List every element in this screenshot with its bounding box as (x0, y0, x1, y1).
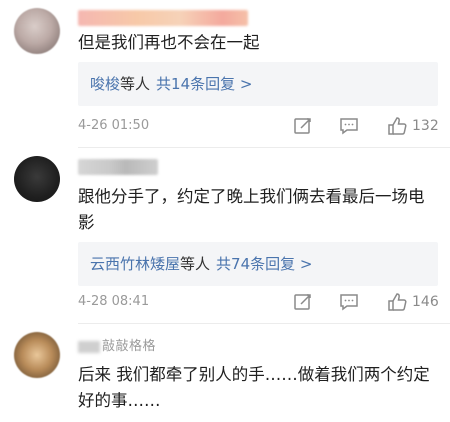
reply-count-link[interactable]: 共14条回复 > (156, 75, 252, 93)
like-count: 132 (412, 118, 439, 134)
username-blur (78, 340, 100, 353)
username-visible: 敲敲格格 (102, 339, 157, 354)
thumbs-up-icon[interactable] (386, 115, 408, 137)
comment-actions: 132 (290, 115, 440, 137)
reply-suffix: 等人 (120, 75, 151, 93)
like-count: 146 (412, 294, 439, 310)
username[interactable]: ▆▆▆▆▆▆ (78, 159, 158, 175)
avatar[interactable] (14, 8, 60, 54)
comment-icon[interactable] (338, 115, 360, 137)
comment-text: 后来 我们都牵了别人的手……做着我们两个约定好的事…… (78, 365, 430, 410)
comment-text: 但是我们再也不会在一起 (78, 33, 260, 52)
username[interactable]: ▆▆▆▆▆▆▆▆▆▆▆▆ (78, 10, 248, 26)
thumbs-up-icon[interactable] (386, 291, 408, 313)
comment-text: 跟他分手了，约定了晚上我们俩去看最后一场电影 (78, 187, 425, 232)
comment-icon[interactable] (338, 291, 360, 313)
reply-user-name[interactable]: 唆梭 (90, 75, 120, 93)
username[interactable]: 敲敲格格 (78, 339, 188, 355)
reply-preview[interactable]: 唆梭等人 共14条回复 > (78, 62, 438, 106)
edit-icon[interactable] (292, 115, 314, 137)
divider (78, 147, 450, 148)
reply-suffix: 等人 (180, 255, 211, 273)
avatar[interactable] (14, 332, 60, 378)
reply-user-name[interactable]: 云西竹林矮屋 (90, 255, 180, 273)
reply-count-link[interactable]: 共74条回复 > (216, 255, 312, 273)
divider (78, 323, 450, 324)
comment-time: 4-26 01:50 (78, 118, 150, 133)
edit-icon[interactable] (292, 291, 314, 313)
reply-preview[interactable]: 云西竹林矮屋等人 共74条回复 > (78, 242, 438, 286)
avatar[interactable] (14, 156, 60, 202)
comment-time: 4-28 08:41 (78, 294, 150, 309)
comment-actions: 146 (290, 291, 440, 313)
